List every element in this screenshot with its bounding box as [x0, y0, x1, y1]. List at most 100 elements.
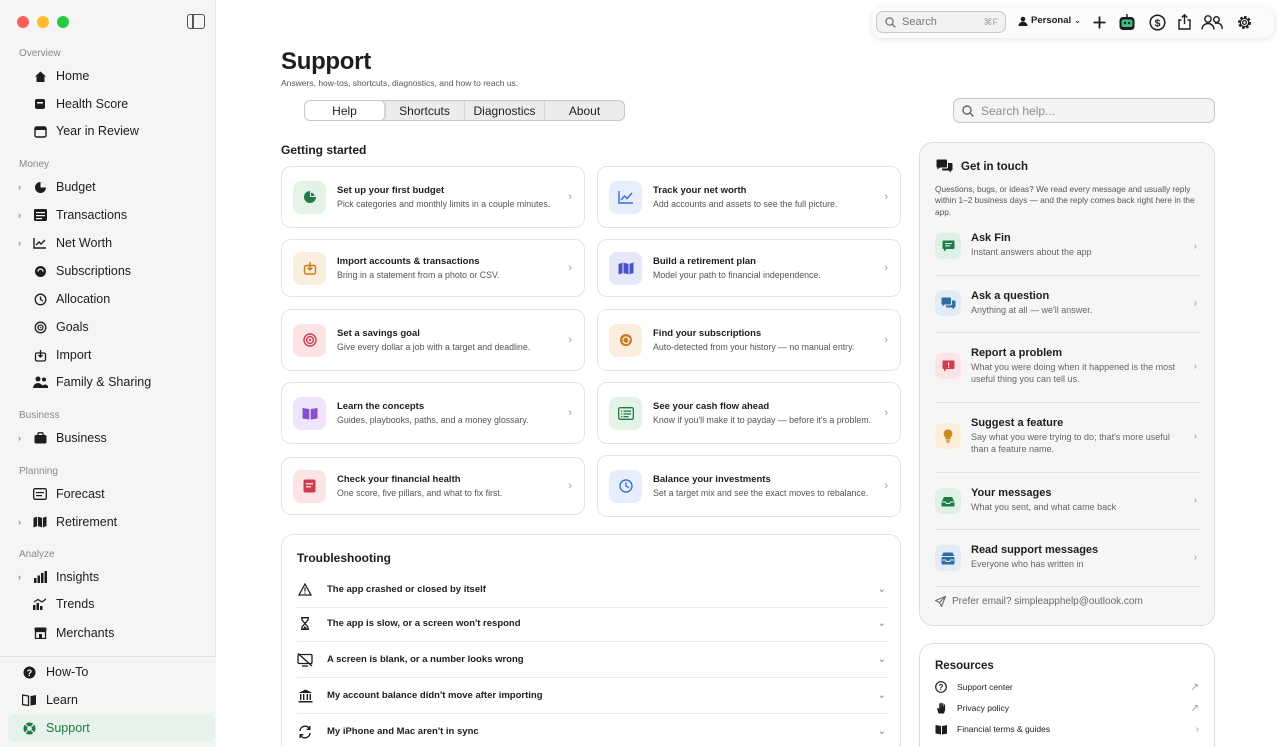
card-retirement-plan[interactable]: Build a retirement plan Model your path t… [597, 239, 901, 297]
chevron-right-icon[interactable]: › [18, 182, 32, 192]
chevron-right-icon[interactable]: › [18, 238, 32, 248]
tab-diagnostics[interactable]: Diagnostics [465, 101, 545, 120]
health-icon [293, 469, 326, 503]
sidebar-item-subscriptions[interactable]: Subscriptions [18, 259, 208, 283]
sidebar-item-goals[interactable]: Goals [18, 315, 208, 339]
card-learn-concepts[interactable]: Learn the concepts Guides, playbooks, pat… [281, 382, 585, 444]
tab-bar: Help Shortcuts Diagnostics About [304, 100, 625, 121]
sidebar-item-how-to[interactable]: ? How-To [8, 658, 215, 686]
chevron-right-icon[interactable]: › [18, 433, 32, 443]
sidebar-item-merchants[interactable]: Merchants [18, 621, 208, 645]
zoom-window-button[interactable] [57, 16, 69, 28]
trouble-row-slow[interactable]: The app is slow, or a screen won't respo… [297, 606, 888, 642]
card-cash-flow[interactable]: See your cash flow ahead Know if you'll m… [597, 382, 901, 444]
resource-label: Support center [957, 682, 1013, 692]
chevron-down-icon: ⌄ [877, 726, 886, 737]
chevron-right-icon: › [1193, 431, 1197, 442]
trouble-row-label: My iPhone and Mac aren't in sync [327, 726, 479, 737]
card-title: Set a savings goal [337, 327, 420, 339]
sidebar-item-label: Health Score [56, 97, 129, 111]
bar-chart-icon [32, 569, 48, 585]
sidebar-item-forecast[interactable]: Forecast [18, 482, 208, 506]
sidebar-item-retirement[interactable]: › Retirement [18, 510, 208, 534]
sidebar-item-business[interactable]: › Business [18, 426, 208, 450]
chevron-right-icon: › [1193, 552, 1197, 563]
trouble-row-sync[interactable]: My iPhone and Mac aren't in sync ⌄ [297, 714, 888, 747]
sidebar-item-family-sharing[interactable]: Family & Sharing [18, 370, 208, 394]
target-icon [32, 319, 48, 335]
resource-label: Privacy policy [957, 703, 1009, 713]
tab-help[interactable]: Help [305, 101, 385, 120]
sidebar-item-trends[interactable]: Trends [18, 592, 208, 616]
card-title: Build a retirement plan [653, 255, 756, 267]
sidebar-item-net-worth[interactable]: › Net Worth [18, 231, 208, 255]
tab-about[interactable]: About [545, 101, 624, 120]
card-balance-investments[interactable]: Balance your investments Set a target mix… [597, 455, 901, 517]
email-link[interactable]: Prefer email? simpleapphelp@outlook.com [935, 596, 1143, 607]
contact-your-messages[interactable]: Your messages What you sent, and what cam… [935, 473, 1201, 530]
sidebar-item-insights[interactable]: › Insights [18, 565, 208, 589]
target-icon [293, 323, 326, 357]
card-net-worth[interactable]: Track your net worth Add accounts and ass… [597, 166, 901, 228]
chat-bubble-icon [935, 233, 961, 259]
contact-read-support-messages[interactable]: Read support messages Everyone who has wr… [935, 530, 1201, 587]
chevron-down-icon: ⌄ [877, 654, 886, 665]
resource-support-center[interactable]: ? Support center ↗ [935, 679, 1201, 695]
sidebar-item-year-in-review[interactable]: Year in Review [18, 119, 208, 143]
resources-panel: Resources ? Support center ↗ Privacy pol… [919, 643, 1215, 747]
sidebar-item-support[interactable]: Support [8, 714, 215, 742]
chevron-right-icon: › [568, 334, 572, 346]
sidebar-item-transactions[interactable]: › Transactions [18, 203, 208, 227]
sidebar-item-label: Import [56, 348, 92, 362]
resource-financial-terms[interactable]: Financial terms & guides › [935, 721, 1201, 737]
card-import[interactable]: Import accounts & transactions Bring in a… [281, 239, 585, 297]
help-search-input[interactable]: Search help... [953, 98, 1215, 123]
tray-download-icon [32, 347, 48, 363]
sidebar-item-import[interactable]: Import [18, 343, 208, 367]
card-title: Find your subscriptions [653, 327, 762, 339]
sidebar-item-home[interactable]: Home [18, 64, 208, 88]
close-window-button[interactable] [17, 16, 29, 28]
sidebar-item-label: Merchants [56, 626, 115, 640]
trouble-row-balance[interactable]: My account balance didn't move after imp… [297, 678, 888, 714]
minimize-window-button[interactable] [37, 16, 49, 28]
sidebar-toggle-icon[interactable] [187, 14, 205, 29]
svg-text:?: ? [26, 667, 32, 677]
resource-privacy-policy[interactable]: Privacy policy ↗ [935, 700, 1201, 716]
chevron-right-icon[interactable]: › [18, 210, 32, 220]
card-desc: Give every dollar a job with a target an… [337, 341, 531, 352]
card-savings-goal[interactable]: Set a savings goal Give every dollar a jo… [281, 309, 585, 371]
card-financial-health[interactable]: Check your financial health One score, fi… [281, 457, 585, 515]
trends-icon [32, 596, 48, 612]
card-first-budget[interactable]: Set up your first budget Pick categories … [281, 166, 585, 228]
chevron-right-icon[interactable]: › [18, 517, 32, 527]
section-money: Money [19, 159, 50, 170]
card-subscriptions[interactable]: Find your subscriptions Auto-detected fro… [597, 309, 901, 371]
sidebar-item-label: Retirement [56, 515, 118, 529]
warning-icon [297, 582, 313, 598]
exclamation-bubble-icon [935, 353, 961, 379]
tab-shortcuts[interactable]: Shortcuts [385, 101, 465, 120]
sidebar-item-learn[interactable]: Learn [8, 686, 215, 714]
trouble-row-blank[interactable]: A screen is blank, or a number looks wro… [297, 642, 888, 678]
chevron-right-icon: › [1193, 361, 1197, 372]
contact-ask-fin[interactable]: Ask Fin Instant answers about the app › [935, 229, 1201, 276]
contact-title: Read support messages [971, 544, 1099, 556]
chat-bubbles-icon [936, 159, 953, 174]
bank-icon [297, 688, 313, 704]
resource-label: Financial terms & guides [957, 724, 1051, 734]
health-icon [32, 96, 48, 112]
chevron-right-icon[interactable]: › [18, 572, 32, 582]
contact-suggest-feature[interactable]: Suggest a feature Say what you were tryin… [935, 403, 1201, 473]
book-icon [935, 723, 947, 735]
contact-report-problem[interactable]: Report a problem What you were doing when… [935, 333, 1201, 403]
sidebar-item-budget[interactable]: › Budget [18, 175, 208, 199]
trouble-row-crashed[interactable]: The app crashed or closed by itself ⌄ [297, 572, 888, 608]
contact-ask-question[interactable]: Ask a question Anything at all — we'll an… [935, 276, 1201, 333]
sidebar-item-allocation[interactable]: Allocation [18, 287, 208, 311]
sidebar-item-health-score[interactable]: Health Score [18, 92, 208, 116]
book-icon [293, 396, 326, 430]
clock-icon [32, 291, 48, 307]
contact-title: Suggest a feature [971, 417, 1064, 429]
question-circle-icon: ? [22, 665, 36, 679]
